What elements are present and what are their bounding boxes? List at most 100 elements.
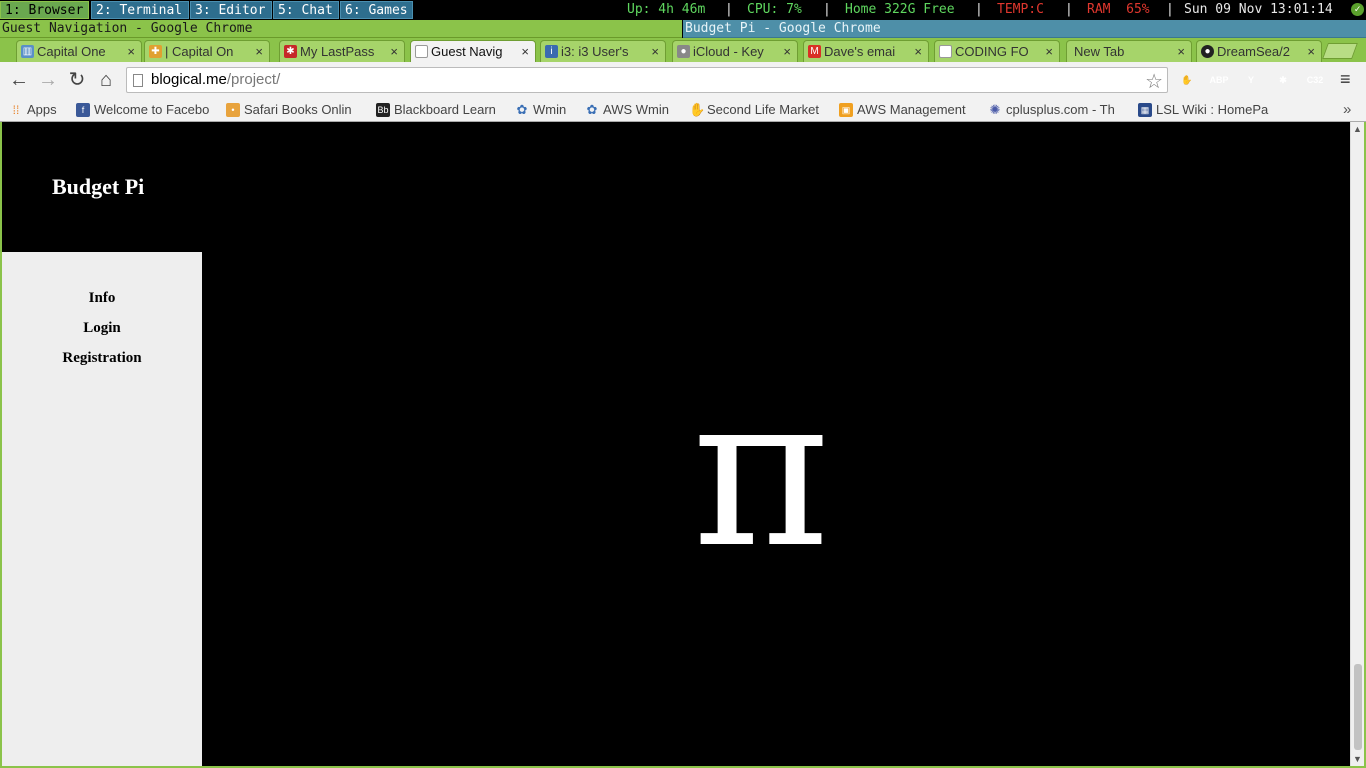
close-icon[interactable]: ×	[1307, 41, 1315, 62]
close-icon[interactable]: ×	[127, 41, 135, 62]
facebook-icon: f	[76, 103, 90, 117]
tray-check-icon[interactable]: ✓	[1351, 3, 1364, 16]
clock-status: Sun 09 Nov 13:01:14	[1184, 2, 1333, 17]
page-icon	[415, 45, 428, 58]
page-icon	[133, 74, 143, 87]
bookmark-label: Apps	[27, 102, 57, 117]
home-button[interactable]: ⌂	[94, 68, 118, 92]
close-icon[interactable]: ×	[521, 41, 529, 62]
close-icon[interactable]: ×	[390, 41, 398, 62]
y-extension-icon[interactable]: Y	[1241, 70, 1261, 90]
bookmark-wmin[interactable]: ✿ Wmin	[515, 100, 575, 120]
nav-link-info[interactable]: Info	[2, 290, 202, 307]
status-separator: |	[1166, 2, 1174, 17]
tab-label: Guest Navig	[431, 44, 503, 59]
bookmark-label: Wmin	[533, 102, 567, 117]
page-content: Budget Pi Info Login Registration π	[2, 122, 1350, 766]
close-icon[interactable]: ×	[1177, 41, 1185, 62]
tab-my-lastpass[interactable]: ✱ My LastPass ×	[279, 40, 405, 62]
nav-link-login[interactable]: Login	[2, 320, 202, 337]
bookmark-aws-management[interactable]: ▣ AWS Management	[839, 100, 975, 120]
chrome-menu-icon[interactable]: ≡	[1340, 69, 1356, 89]
tab-label: Capital One	[37, 44, 106, 59]
workspace-3-editor[interactable]: 3: Editor	[190, 1, 272, 19]
back-button[interactable]: ←	[7, 68, 31, 92]
bookmark-safari-books[interactable]: • Safari Books Onlin	[226, 100, 362, 120]
browser-chrome: ▥ Capital One × ✚ | Capital On × ✱ My La…	[0, 38, 1366, 122]
scrollbar-thumb[interactable]	[1354, 664, 1362, 750]
bookmark-facebook[interactable]: f Welcome to Facebo	[76, 100, 214, 120]
safari-books-icon: •	[226, 103, 240, 117]
aws-wmin-icon: ✿	[586, 102, 598, 117]
bookmarks-overflow-icon[interactable]: »	[1343, 98, 1351, 122]
c32-extension-icon[interactable]: C32	[1305, 70, 1325, 90]
tab-label: i3: i3 User's	[561, 44, 629, 59]
page-icon	[939, 45, 952, 58]
workspace-1-browser[interactable]: 1: Browser	[0, 1, 89, 19]
bookmark-label: LSL Wiki : HomePa	[1156, 102, 1269, 117]
reload-button[interactable]: ↻	[65, 68, 89, 92]
new-tab-button[interactable]	[1322, 43, 1358, 59]
tab-coding-for[interactable]: CODING FO ×	[934, 40, 1060, 62]
close-icon[interactable]: ×	[651, 41, 659, 62]
page-scrollbar[interactable]: ▲ ▼	[1350, 122, 1364, 766]
bookmark-aws-wmin[interactable]: ✿ AWS Wmin	[585, 100, 679, 120]
bookmark-star-icon[interactable]: ☆	[1145, 69, 1163, 94]
adblock-plus-icon[interactable]: ABP	[1209, 70, 1229, 90]
window-title-right[interactable]: Budget Pi - Google Chrome	[683, 20, 1366, 38]
close-icon[interactable]: ×	[1045, 41, 1053, 62]
tab-label: DreamSea/2	[1217, 44, 1290, 59]
lsl-wiki-icon: ▦	[1138, 103, 1152, 117]
tab-guest-navigation[interactable]: Guest Navig ×	[410, 40, 536, 62]
url-text[interactable]: blogical.me/project/	[151, 71, 280, 88]
bookmark-cplusplus[interactable]: ✺ cplusplus.com - Th	[988, 100, 1128, 120]
tab-dreamsea-github[interactable]: ● DreamSea/2 ×	[1196, 40, 1322, 62]
tab-label: Dave's emai	[824, 44, 896, 59]
tab-capital-one-2[interactable]: ✚ | Capital On ×	[144, 40, 270, 62]
i3-status-bar: 1: Browser 2: Terminal 3: Editor 5: Chat…	[0, 0, 1366, 20]
close-icon[interactable]: ×	[255, 41, 263, 62]
close-icon[interactable]: ×	[914, 41, 922, 62]
tab-label: New Tab	[1074, 44, 1125, 59]
address-bar[interactable]: blogical.me/project/ ☆	[126, 67, 1168, 93]
bookmarks-bar: ⁞⁞ Apps f Welcome to Facebo • Safari Boo…	[0, 98, 1366, 122]
apps-icon: ⁞⁞	[12, 103, 20, 117]
url-host: blogical.me	[151, 71, 227, 88]
side-navigation: Info Login Registration	[2, 252, 202, 766]
scroll-down-icon[interactable]: ▼	[1353, 754, 1362, 764]
tab-daves-email[interactable]: M Dave's emai ×	[803, 40, 929, 62]
gmail-icon: M	[808, 45, 821, 58]
window-title-left[interactable]: Guest Navigation - Google Chrome	[0, 20, 682, 38]
nav-link-registration[interactable]: Registration	[2, 350, 202, 367]
puzzle-icon: ✚	[149, 45, 162, 58]
bookmark-label: Safari Books Onlin	[244, 102, 352, 117]
cplusplus-icon: ✺	[989, 102, 1001, 117]
tab-new-tab[interactable]: New Tab ×	[1066, 40, 1192, 62]
tab-i3-users-guide[interactable]: i i3: i3 User's ×	[540, 40, 666, 62]
aws-icon: ▣	[839, 103, 853, 117]
workspace-6-games[interactable]: 6: Games	[340, 1, 413, 19]
bookmark-apps[interactable]: ⁞⁞ Apps	[9, 100, 69, 120]
i3-icon: i	[545, 45, 558, 58]
site-title: Budget Pi	[52, 174, 145, 199]
bookmark-lsl-wiki[interactable]: ▦ LSL Wiki : HomePa	[1138, 100, 1276, 120]
uptime-status: Up: 4h 46m	[627, 2, 706, 17]
workspace-5-chat[interactable]: 5: Chat	[273, 1, 339, 19]
adblock-stop-icon[interactable]: ✋	[1177, 70, 1197, 90]
lastpass-extension-icon[interactable]: ✱	[1273, 70, 1293, 90]
status-separator: |	[823, 2, 831, 17]
temp-status: TEMP:C	[997, 2, 1044, 17]
tab-label: My LastPass	[300, 44, 375, 59]
bookmark-label: Welcome to Facebo	[94, 102, 210, 117]
close-icon[interactable]: ×	[783, 41, 791, 62]
forward-button[interactable]: →	[36, 68, 60, 92]
bookmark-second-life[interactable]: ✋ Second Life Market	[689, 100, 827, 120]
workspace-2-terminal[interactable]: 2: Terminal	[91, 1, 189, 19]
bookmark-blackboard[interactable]: Bb Blackboard Learn	[376, 100, 504, 120]
window-border	[0, 122, 2, 768]
cpu-status: CPU: 7%	[747, 2, 802, 17]
scroll-up-icon[interactable]: ▲	[1353, 124, 1362, 134]
tab-capital-one[interactable]: ▥ Capital One ×	[16, 40, 142, 62]
tab-icloud-keynote[interactable]: ● iCloud - Key ×	[672, 40, 798, 62]
home-disk-status: Home 322G Free	[845, 2, 955, 17]
